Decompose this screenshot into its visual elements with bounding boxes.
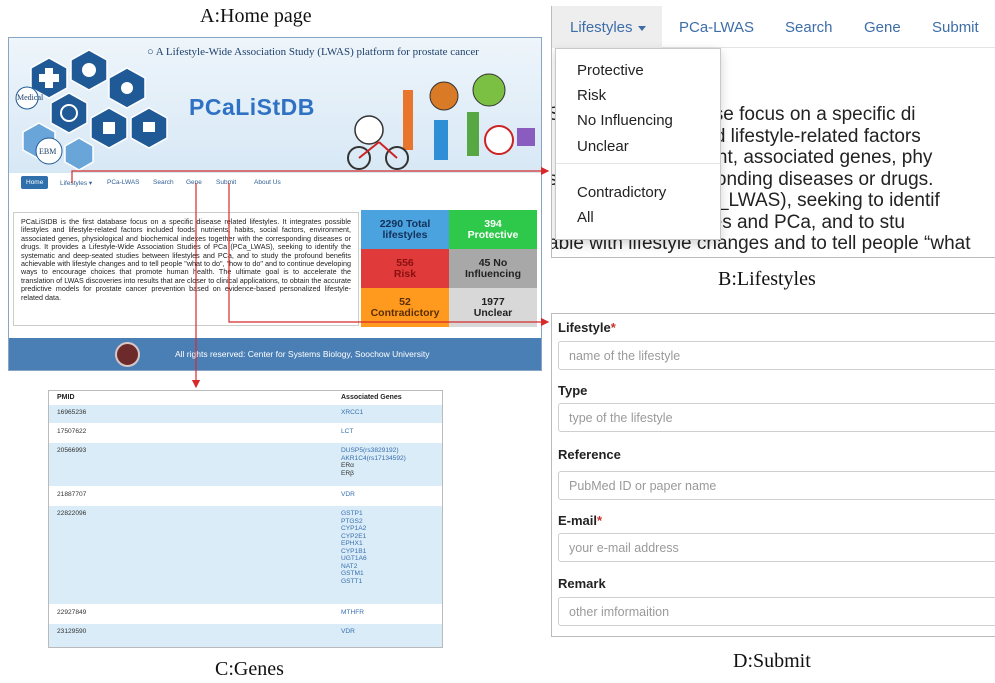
gene-link[interactable]: MTHFR (341, 609, 364, 617)
row-pmid: 22822096 (57, 510, 87, 517)
nav-gene[interactable]: Gene (864, 19, 901, 36)
nav-search[interactable]: Search (153, 179, 174, 186)
caption-submit: D:Submit (733, 650, 811, 672)
medical-hexagons-graphic (15, 49, 168, 171)
gene-link[interactable]: LCT (341, 428, 353, 436)
menu-item-no-influencing[interactable]: No Influencing (577, 112, 673, 129)
footer-copyright: All rights reserved: Center for Systems … (175, 349, 430, 359)
row-pmid: 17507622 (57, 428, 87, 435)
genes-panel: PMID Associated Genes 16965236 XRCC1 175… (48, 390, 443, 648)
caption-genes: C:Genes (215, 658, 284, 680)
table-row: 22927849 MTHFR (49, 604, 442, 623)
gene-link[interactable]: ERα (341, 462, 406, 470)
email-input[interactable] (558, 533, 995, 562)
row-pmid: 22927849 (57, 609, 87, 616)
col-header-pmid: PMID (57, 394, 75, 401)
lifestyles-dropdown-menu: Protective Risk No Influencing Unclear C… (555, 48, 721, 240)
nav-gene[interactable]: Gene (186, 179, 202, 186)
gene-link[interactable]: CYP1B1 (341, 548, 367, 556)
stats-grid: 2290 Total lifestyles 394 Protective 556 Ri… (361, 210, 537, 328)
remark-input[interactable] (558, 597, 995, 626)
table-row: 23129590 VDR (49, 623, 442, 647)
gene-link[interactable]: XRCC1 (341, 409, 363, 417)
lifestyles-panel: S atabase focus on a specific di les and… (551, 6, 995, 258)
gene-link[interactable]: GSTM1 (341, 570, 367, 578)
lifestyles-nav: Lifestyles PCa-LWAS Search Gene Submit (552, 6, 995, 48)
home-footer: All rights reserved: Center for Systems … (9, 338, 541, 370)
gene-link[interactable]: VDR (341, 491, 355, 499)
type-input[interactable] (558, 403, 995, 432)
stat-no-influencing[interactable]: 45 No Influencing (449, 249, 537, 288)
nav-pca-lwas[interactable]: PCa-LWAS (107, 179, 140, 186)
label-type: Type (558, 383, 588, 398)
submit-panel: Lifestyle* Type Reference E-mail* Remark (551, 313, 995, 637)
home-tagline: ○ A Lifestyle-Wide Association Study (LW… (147, 46, 479, 58)
gene-link[interactable]: GSTT1 (341, 578, 367, 586)
row-pmid: 20566993 (57, 447, 87, 454)
table-row: 17507622 LCT (49, 423, 442, 442)
menu-item-all[interactable]: All (577, 209, 594, 226)
nav-pca-lwas[interactable]: PCa-LWAS (679, 19, 754, 36)
reference-input[interactable] (558, 471, 995, 500)
gene-link[interactable]: GSTP1 (341, 510, 367, 518)
university-seal-icon (115, 342, 140, 367)
required-marker: * (597, 513, 603, 528)
menu-divider (556, 163, 720, 164)
label-lifestyle: Lifestyle* (558, 320, 616, 335)
row-pmid: 23129590 (57, 628, 87, 635)
stat-contradictory[interactable]: 52 Contradictory (361, 288, 449, 327)
gene-link[interactable]: DUSP5(rs3829192) (341, 447, 406, 455)
nav-home[interactable]: Home (21, 176, 49, 189)
genes-table-header: PMID Associated Genes (49, 391, 442, 404)
gene-link[interactable]: VDR (341, 628, 355, 636)
gene-link[interactable]: CYP2E1 (341, 533, 367, 541)
nav-search[interactable]: Search (785, 19, 833, 36)
nav-submit[interactable]: Submit (216, 179, 236, 186)
stat-protective[interactable]: 394 Protective (449, 210, 537, 249)
table-row: 16965236 XRCC1 (49, 404, 442, 423)
gene-link[interactable]: ERβ (341, 470, 406, 478)
label-remark: Remark (558, 576, 606, 591)
menu-item-protective[interactable]: Protective (577, 62, 644, 79)
home-nav: Home Lifestyles ▾ PCa-LWAS Search Gene S… (15, 176, 535, 196)
nav-submit[interactable]: Submit (932, 19, 979, 36)
stat-risk[interactable]: 556 Risk (361, 249, 449, 288)
gene-link[interactable]: CYP1A2 (341, 525, 367, 533)
gene-link[interactable]: NAT2 (341, 563, 367, 571)
nav-lifestyles-dropdown[interactable]: Lifestyles (570, 19, 646, 36)
menu-item-unclear[interactable]: Unclear (577, 138, 629, 155)
gene-link[interactable]: EPHX1 (341, 540, 367, 548)
label-email: E-mail* (558, 513, 603, 528)
stat-total-lifestyles[interactable]: 2290 Total lifestyles (361, 210, 449, 249)
nav-lifestyles[interactable]: Lifestyles ▾ (60, 179, 92, 187)
caret-down-icon (637, 25, 646, 31)
ebm-label: EBM (39, 147, 57, 156)
home-description: PCaLiStDB is the first database focus on… (13, 212, 359, 326)
menu-item-risk[interactable]: Risk (577, 87, 606, 104)
home-banner: Medical EBM ○ A Lifestyle-Wide Associati… (9, 38, 541, 173)
gene-link[interactable]: UGT1A6 (341, 555, 367, 563)
menu-item-contradictory[interactable]: Contradictory (577, 184, 666, 201)
col-header-genes: Associated Genes (341, 394, 402, 401)
caption-lifestyles: B:Lifestyles (718, 268, 816, 290)
home-page-panel: Medical EBM ○ A Lifestyle-Wide Associati… (8, 37, 542, 371)
table-row: 22822096 GSTP1 PTGS2 CYP1A2 CYP2E1 EPHX1… (49, 505, 442, 604)
required-marker: * (610, 320, 616, 335)
medical-label: Medical (17, 93, 44, 102)
gene-link[interactable]: AKR1C4(rs17134592) (341, 455, 406, 463)
row-pmid: 16965236 (57, 409, 87, 416)
gene-link[interactable]: PTGS2 (341, 518, 367, 526)
caption-home-page: A:Home page (200, 5, 312, 27)
stat-unclear[interactable]: 1977 Unclear (449, 288, 537, 327)
row-pmid: 21887707 (57, 491, 87, 498)
label-reference: Reference (558, 447, 621, 462)
table-row: 20566993 DUSP5(rs3829192) AKR1C4(rs17134… (49, 442, 442, 486)
table-row: 21887707 VDR (49, 486, 442, 505)
lifestyle-illustration (347, 73, 535, 170)
site-logo[interactable]: PCaLiStDB (189, 94, 315, 121)
nav-about-us[interactable]: About Us (254, 179, 281, 186)
lifestyle-input[interactable] (558, 341, 995, 370)
